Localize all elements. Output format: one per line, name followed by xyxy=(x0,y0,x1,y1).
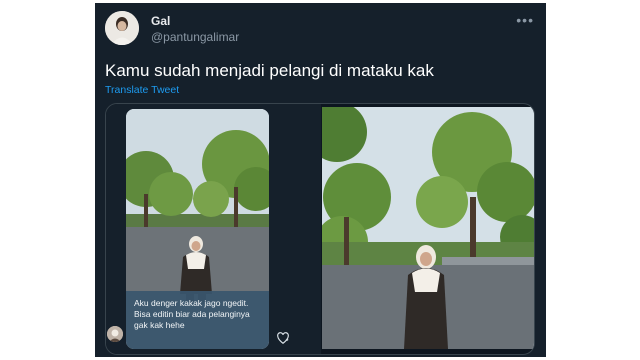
profile-photo xyxy=(105,11,139,45)
profile-avatar[interactable] xyxy=(105,11,139,45)
more-dots-icon[interactable]: ••• xyxy=(516,12,534,28)
heart-icon[interactable] xyxy=(276,331,290,345)
park-scene-image xyxy=(322,107,534,349)
tweet-text: Kamu sudah menjadi pelangi di mataku kak xyxy=(105,61,434,80)
story-avatar-image xyxy=(107,326,123,342)
translate-tweet-link[interactable]: Translate Tweet xyxy=(105,84,179,96)
story-photo: Aku denger kakak jago ngedit. Bisa editi… xyxy=(126,109,269,349)
tweet-media[interactable]: Aku denger kakak jago ngedit. Bisa editi… xyxy=(105,103,535,355)
user-handle[interactable]: @pantungalimar xyxy=(151,30,239,44)
story-avatar xyxy=(107,326,123,342)
story-caption-line: Bisa editin biar ada pelanginya xyxy=(134,309,250,319)
display-name[interactable]: Gal xyxy=(151,14,170,28)
story-caption-line: Aku denger kakak jago ngedit. xyxy=(134,298,249,308)
tweet-card: Gal @pantungalimar ••• Kamu sudah menjad… xyxy=(95,3,546,357)
story-caption-line: gak kak hehe xyxy=(134,320,185,330)
story-screenshot[interactable]: Aku denger kakak jago ngedit. Bisa editi… xyxy=(106,104,321,354)
story-caption: Aku denger kakak jago ngedit. Bisa editi… xyxy=(126,291,269,349)
edited-photo[interactable] xyxy=(322,107,534,349)
